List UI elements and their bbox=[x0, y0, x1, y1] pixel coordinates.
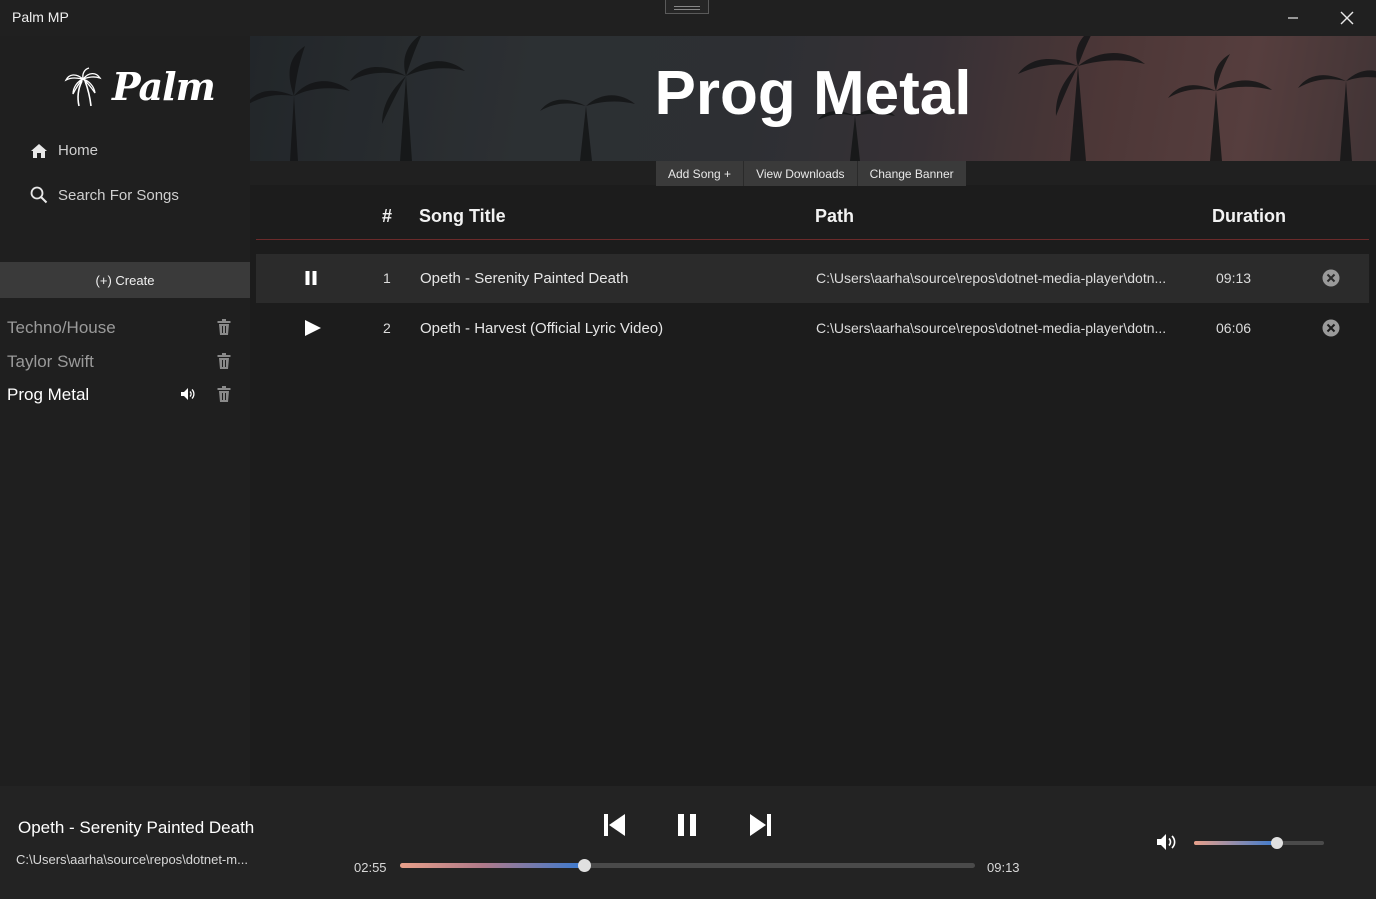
pause-icon[interactable] bbox=[304, 270, 318, 286]
playlist-techno-house[interactable]: Techno/House bbox=[0, 313, 250, 343]
song-path: C:\Users\aarha\source\repos\dotnet-media… bbox=[816, 320, 1167, 336]
sidebar: Palm Home Search For Songs (+) Create Te… bbox=[0, 36, 250, 786]
total-time: 09:13 bbox=[987, 860, 1020, 875]
nav-home[interactable]: Home bbox=[30, 142, 98, 159]
play-icon[interactable] bbox=[304, 320, 322, 336]
trash-icon[interactable] bbox=[217, 353, 231, 369]
volume-slider[interactable] bbox=[1194, 837, 1324, 849]
song-duration: 09:13 bbox=[1216, 270, 1252, 286]
column-duration[interactable]: Duration bbox=[1212, 206, 1286, 227]
next-track-icon[interactable] bbox=[748, 812, 772, 838]
view-downloads-button[interactable]: View Downloads bbox=[744, 161, 858, 186]
playlist-toolbar: Add Song + View Downloads Change Banner bbox=[656, 161, 966, 186]
song-duration: 06:06 bbox=[1216, 320, 1252, 336]
main-content: Prog Metal Add Song + View Downloads Cha… bbox=[250, 36, 1376, 786]
song-table-header: # Song Title Path Duration bbox=[256, 186, 1369, 240]
song-row[interactable]: 2 Opeth - Harvest (Official Lyric Video)… bbox=[256, 304, 1369, 353]
playlist-title: Prog Metal bbox=[654, 59, 972, 128]
volume-thumb[interactable] bbox=[1271, 837, 1284, 849]
close-button[interactable] bbox=[1324, 0, 1370, 36]
nav-search[interactable]: Search For Songs bbox=[30, 186, 179, 204]
logo-text: Palm bbox=[112, 64, 216, 109]
seek-thumb[interactable] bbox=[578, 859, 591, 872]
minimize-button[interactable] bbox=[1270, 0, 1316, 36]
column-path[interactable]: Path bbox=[815, 206, 854, 227]
current-time: 02:55 bbox=[354, 860, 387, 875]
playlist-prog-metal[interactable]: Prog Metal bbox=[0, 380, 250, 410]
create-playlist-button[interactable]: (+) Create bbox=[0, 262, 250, 298]
song-title: Opeth - Harvest (Official Lyric Video) bbox=[420, 320, 664, 337]
song-number: 1 bbox=[383, 270, 391, 286]
home-icon bbox=[31, 143, 47, 158]
nav-home-label: Home bbox=[58, 142, 99, 159]
now-playing-title: Opeth - Serenity Painted Death bbox=[18, 818, 255, 837]
remove-song-icon[interactable] bbox=[1322, 269, 1340, 287]
playlist-banner: Prog Metal bbox=[250, 36, 1376, 161]
song-path: C:\Users\aarha\source\repos\dotnet-media… bbox=[816, 270, 1167, 286]
volume-icon[interactable] bbox=[1156, 833, 1178, 851]
title-bar: Palm MP bbox=[0, 0, 1376, 36]
drag-handle[interactable] bbox=[665, 0, 709, 14]
playlist-name: Techno/House bbox=[7, 318, 116, 337]
player-bar: Opeth - Serenity Painted Death C:\Users\… bbox=[0, 786, 1376, 899]
volume-level bbox=[1194, 841, 1278, 845]
seek-bar[interactable] bbox=[400, 859, 975, 872]
nav-search-label: Search For Songs bbox=[58, 186, 179, 204]
palm-tree-icon bbox=[64, 66, 102, 106]
seek-progress bbox=[400, 863, 584, 868]
trash-icon[interactable] bbox=[217, 319, 231, 335]
app-title: Palm MP bbox=[12, 9, 69, 25]
song-title: Opeth - Serenity Painted Death bbox=[420, 270, 629, 287]
playlist-name: Taylor Swift bbox=[7, 352, 94, 371]
column-song-title[interactable]: Song Title bbox=[419, 206, 506, 227]
add-song-button[interactable]: Add Song + bbox=[656, 161, 745, 186]
playlist-name: Prog Metal bbox=[7, 385, 90, 404]
previous-track-icon[interactable] bbox=[603, 812, 627, 838]
app-logo: Palm bbox=[64, 64, 216, 109]
remove-song-icon[interactable] bbox=[1322, 319, 1340, 337]
close-icon bbox=[1340, 11, 1354, 25]
song-row[interactable]: 1 Opeth - Serenity Painted Death C:\User… bbox=[256, 254, 1369, 303]
change-banner-button[interactable]: Change Banner bbox=[858, 161, 966, 186]
now-playing-path: C:\Users\aarha\source\repos\dotnet-m... bbox=[16, 852, 248, 867]
song-number: 2 bbox=[383, 320, 391, 336]
search-icon bbox=[30, 186, 48, 204]
minimize-icon bbox=[1288, 17, 1298, 19]
speaker-icon bbox=[181, 388, 195, 400]
playlist-taylor-swift[interactable]: Taylor Swift bbox=[0, 347, 250, 377]
column-number[interactable]: # bbox=[382, 206, 392, 227]
trash-icon[interactable] bbox=[217, 386, 231, 402]
pause-icon[interactable] bbox=[676, 812, 698, 838]
